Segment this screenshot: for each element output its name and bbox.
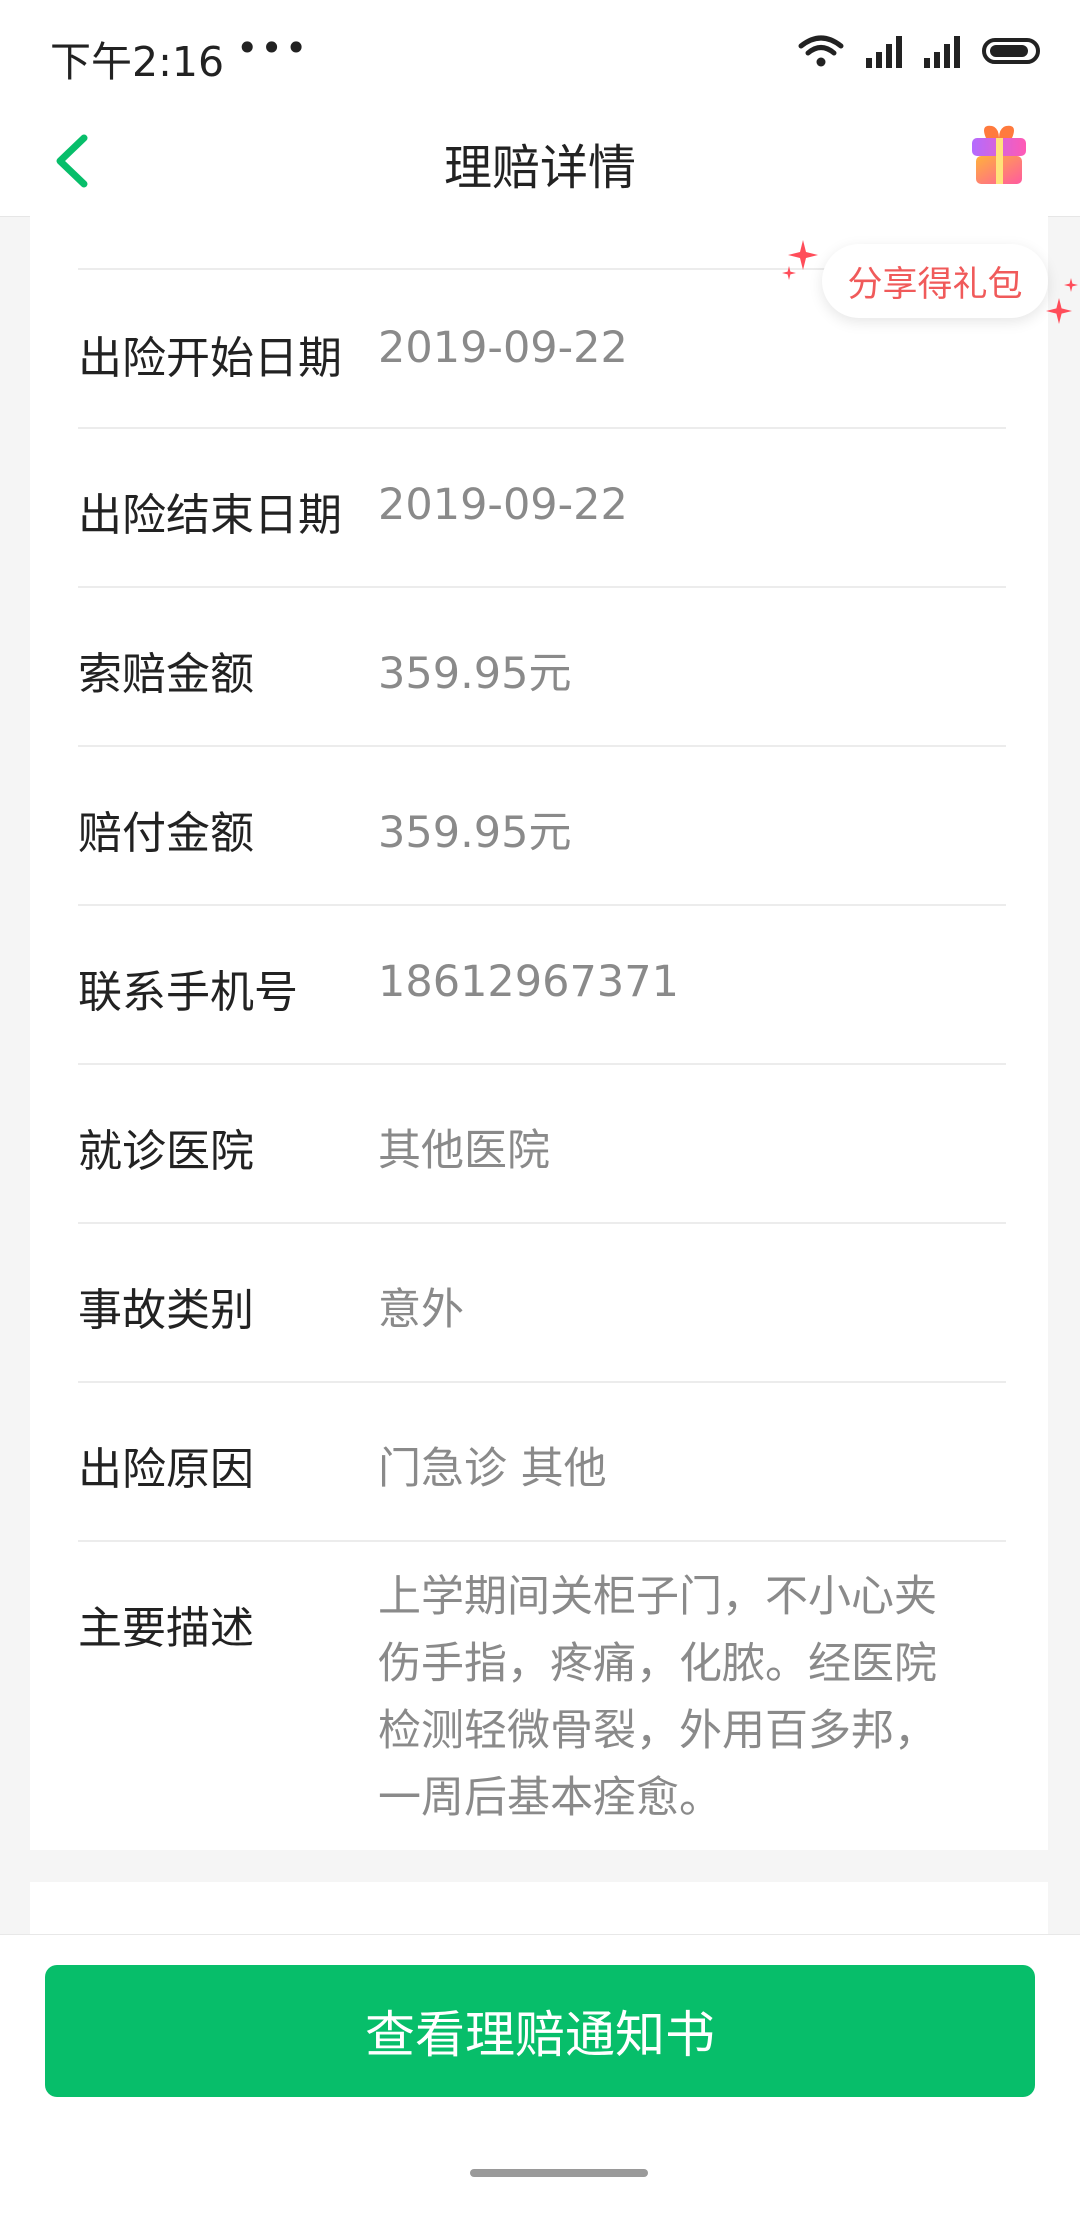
detail-row-paid-amount: 赔付金额 359.95元 (78, 747, 1006, 906)
detail-value: 18612967371 (378, 957, 679, 1007)
detail-value: 2019-09-22 (378, 480, 628, 530)
detail-row-accident-type: 事故类别 意外 (78, 1224, 1006, 1383)
detail-label: 索赔金额 (78, 649, 254, 700)
detail-row-phone: 联系手机号 18612967371 (78, 906, 1006, 1065)
page-title: 理赔详情 (443, 140, 636, 196)
detail-label: 就诊医院 (78, 1126, 254, 1177)
share-gift-bubble[interactable]: 分享得礼包 (822, 244, 1048, 318)
detail-label: 出险结束日期 (78, 490, 342, 541)
gift-icon[interactable] (966, 120, 1032, 190)
detail-value: 上学期间关柜子门，不小心夹伤手指，疼痛，化脓。经医院检测轻微骨裂，外用百多邦，一… (378, 1572, 937, 1823)
detail-value: 2019-09-22 (378, 323, 628, 373)
detail-value: 359.95元 (378, 808, 572, 858)
detail-label: 事故类别 (78, 1285, 254, 1336)
cellular-signal-icon (866, 34, 902, 68)
sparkle-icon (782, 266, 796, 280)
home-indicator[interactable] (470, 2169, 648, 2177)
cellular-signal-icon-2 (924, 34, 960, 68)
battery-icon (982, 38, 1040, 64)
detail-row-description: 主要描述 上学期间关柜子门，不小心夹伤手指，疼痛，化脓。经医院检测轻微骨裂，外用… (78, 1542, 1006, 1842)
bottom-action-bar: 查看理赔通知书 (0, 1934, 1080, 2221)
detail-value: 门急诊 其他 (378, 1444, 607, 1494)
claim-detail-card: 出险开始日期 2019-09-22 出险结束日期 2019-09-22 索赔金额… (30, 216, 1048, 1850)
status-bar: 下午2:16 ••• (0, 0, 1080, 106)
detail-row-cause: 出险原因 门急诊 其他 (78, 1383, 1006, 1542)
status-time: 下午2:16 (50, 38, 225, 86)
sparkle-icon (1064, 278, 1078, 292)
status-more-icon: ••• (236, 26, 310, 70)
detail-label: 赔付金额 (78, 808, 254, 859)
detail-row-hospital: 就诊医院 其他医院 (78, 1065, 1006, 1224)
detail-value: 意外 (378, 1285, 464, 1335)
detail-label: 主要描述 (78, 1603, 254, 1654)
status-icons (798, 34, 1040, 68)
sparkle-icon (1046, 298, 1072, 324)
detail-label: 联系手机号 (78, 967, 298, 1018)
detail-row-end-date: 出险结束日期 2019-09-22 (78, 429, 1006, 588)
detail-value: 359.95元 (378, 649, 572, 699)
wifi-icon (798, 35, 844, 67)
detail-label: 出险开始日期 (78, 333, 342, 384)
detail-value: 其他医院 (378, 1126, 550, 1176)
share-label: 分享得礼包 (847, 264, 1023, 305)
view-claim-notice-button[interactable]: 查看理赔通知书 (45, 1965, 1035, 2097)
detail-row-claim-amount: 索赔金额 359.95元 (78, 588, 1006, 747)
nav-bar: 理赔详情 (0, 106, 1080, 217)
detail-label: 出险原因 (78, 1444, 254, 1495)
